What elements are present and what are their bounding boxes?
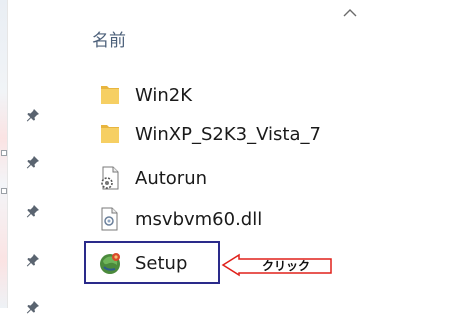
column-header-name[interactable]: 名前	[92, 26, 126, 51]
file-row-win2k[interactable]: Win2K	[98, 80, 192, 110]
pin-icon[interactable]	[26, 204, 40, 218]
dll-file-icon	[98, 206, 122, 232]
setup-highlight-box	[84, 241, 220, 284]
pin-icon[interactable]	[26, 155, 40, 169]
edge-marker	[1, 150, 7, 156]
navigation-pane-edge	[0, 0, 8, 308]
file-name: Win2K	[135, 84, 193, 106]
file-name: WinXP_S2K3_Vista_7	[135, 123, 321, 145]
click-callout: クリック	[221, 253, 333, 277]
callout-label: クリック	[261, 258, 310, 273]
chevron-up-icon[interactable]	[342, 8, 358, 18]
file-row-autorun[interactable]: Autorun	[98, 163, 207, 193]
folder-icon	[98, 121, 122, 147]
file-name: msvbvm60.dll	[135, 208, 263, 230]
pin-icon[interactable]	[26, 300, 40, 314]
file-row-msvbvm60[interactable]: msvbvm60.dll	[98, 204, 262, 234]
file-name: Autorun	[135, 167, 208, 189]
edge-marker	[1, 188, 7, 194]
pin-icon[interactable]	[26, 253, 40, 267]
pin-icon[interactable]	[26, 108, 40, 122]
file-row-winxp[interactable]: WinXP_S2K3_Vista_7	[98, 119, 321, 149]
settings-file-icon	[98, 165, 122, 191]
folder-icon	[98, 82, 122, 108]
